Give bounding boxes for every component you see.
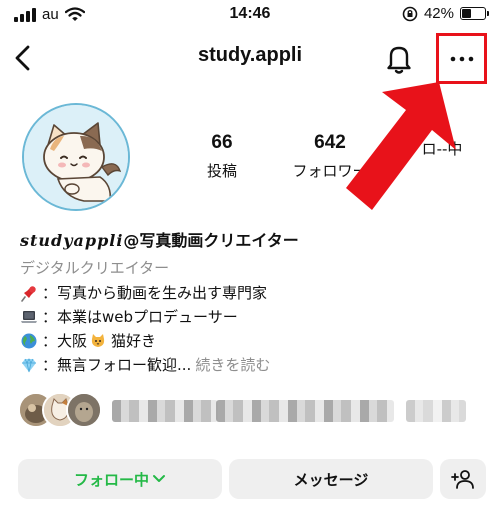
more-dots-icon <box>450 56 473 61</box>
following-button[interactable]: フォロー中 <box>18 459 222 499</box>
redacted-text <box>216 400 394 422</box>
bio-line-extra-text: 猫好き <box>111 332 157 350</box>
redacted-text <box>112 400 218 422</box>
bio-line-text: ：無言フォロー歓迎... <box>42 356 192 374</box>
bio-line-text: ：本業はwebプロデューサー <box>42 308 238 326</box>
stat-value: 642 <box>314 132 346 153</box>
message-button-label: メッセージ <box>293 470 369 489</box>
battery-percent: 42% <box>423 5 454 22</box>
profile-bio: studyappli@写真動画クリエイター デジタルクリエイター ：写真から動画… <box>20 226 490 377</box>
followed-by-row[interactable] <box>18 392 488 432</box>
battery-level <box>462 9 472 18</box>
cat-icon <box>91 334 105 347</box>
bio-line: ：大阪 猫好き <box>20 329 490 353</box>
profile-header: study.appli <box>0 30 500 88</box>
suggest-people-button[interactable] <box>440 459 486 499</box>
notifications-button[interactable] <box>381 40 417 76</box>
bio-line: ：本業はwebプロデューサー <box>20 305 490 329</box>
bio-name-script: studyappli <box>20 231 124 250</box>
back-button[interactable] <box>8 42 40 74</box>
add-person-icon <box>451 470 474 489</box>
stat-posts[interactable]: 66 投稿 <box>162 132 282 181</box>
status-bar: au 14:46 42% <box>0 0 500 30</box>
globe-icon <box>21 333 37 349</box>
bio-line-text: ：大阪 <box>42 332 88 350</box>
profile-actions: フォロー中 メッセージ <box>18 459 488 499</box>
message-button[interactable]: メッセージ <box>229 459 433 499</box>
read-more-link[interactable]: 続きを読む <box>195 353 270 377</box>
chevron-down-icon <box>153 475 165 482</box>
gem-icon <box>22 358 36 373</box>
profile-stats: 66 投稿 642 フォロワー ロ--中 <box>160 132 480 192</box>
stat-followers[interactable]: 642 フォロワー <box>270 132 390 181</box>
stat-label: ロ--中 <box>421 140 463 158</box>
stat-value: 66 <box>211 132 233 153</box>
stat-following[interactable]: ロ--中 <box>382 132 500 159</box>
laptop-icon <box>21 311 37 323</box>
back-chevron-icon <box>15 45 30 71</box>
status-right: 42% <box>402 5 489 22</box>
stat-label: フォロワー <box>292 162 368 180</box>
bio-display-name: studyappli@写真動画クリエイター <box>20 226 490 256</box>
bio-line: ：写真から動画を生み出す専門家 <box>20 281 490 305</box>
bio-name-suffix: @写真動画クリエイター <box>123 231 299 250</box>
bio-line-text: ：写真から動画を生み出す専門家 <box>42 284 268 302</box>
profile-username: study.appli <box>197 44 303 66</box>
pushpin-icon <box>21 286 36 302</box>
bio-category: デジタルクリエイター <box>20 259 170 277</box>
cat-avatar-illustration <box>24 105 128 209</box>
bio-line: ：無言フォロー歓迎... 続きを読む <box>20 353 490 377</box>
bell-icon <box>387 46 411 74</box>
profile-avatar[interactable] <box>22 103 130 211</box>
follower-avatar <box>66 392 102 428</box>
following-button-label: フォロー中 <box>73 470 149 489</box>
orientation-lock-icon <box>402 6 418 21</box>
redacted-text <box>406 400 466 422</box>
more-options-button[interactable] <box>436 33 487 84</box>
stat-label: 投稿 <box>206 162 237 180</box>
battery-icon <box>460 7 489 20</box>
